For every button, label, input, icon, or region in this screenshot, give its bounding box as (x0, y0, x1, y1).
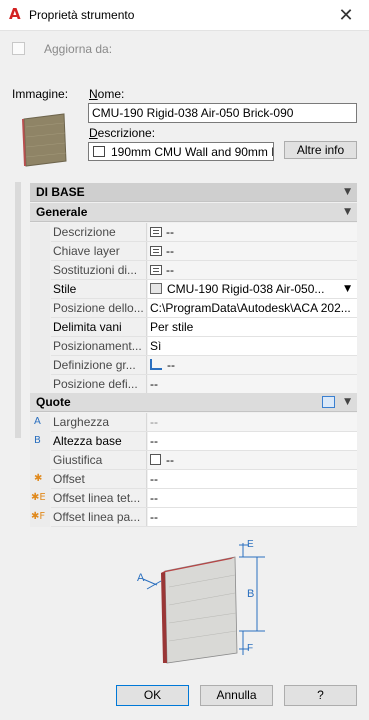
ok-button[interactable]: OK (116, 685, 189, 706)
prop-name: Posizione dello... (51, 299, 147, 318)
floor-offset-marker-icon: ✱F (31, 511, 46, 522)
justify-icon (150, 454, 161, 465)
image-label: Immagine: (12, 87, 69, 101)
title-bar: A Proprietà strumento ✕ (0, 0, 369, 31)
prop-row[interactable]: ✱ Offset -- (30, 470, 357, 489)
prop-row[interactable]: Stile CMU-190 Rigid-038 Air-050... ▼ (30, 280, 357, 299)
chevron-down-icon: ▼ (344, 284, 351, 294)
prop-value[interactable]: -- (148, 508, 357, 527)
section-basic-label: DI BASE (36, 185, 85, 199)
prop-value[interactable]: -- (148, 223, 357, 242)
prop-value[interactable]: -- (148, 356, 357, 375)
width-marker-icon: A (34, 416, 41, 427)
prop-name: Offset linea pa... (51, 508, 147, 527)
section-general-label: Generale (36, 205, 88, 219)
prop-value[interactable]: -- (148, 413, 357, 432)
prop-row[interactable]: Sostituzioni di... -- (30, 261, 357, 280)
text-editor-icon (150, 227, 162, 237)
name-input[interactable]: CMU-190 Rigid-038 Air-050 Brick-090 (88, 103, 357, 123)
prop-name: Altezza base (51, 432, 147, 451)
prop-row[interactable]: A Larghezza -- (30, 413, 357, 432)
prop-row[interactable]: Chiave layer -- (30, 242, 357, 261)
description-input[interactable]: 190mm CMU Wall and 90mm Brick (88, 142, 274, 161)
panel-scroll-strip (15, 182, 21, 438)
section-basic[interactable]: DI BASE ▼ (30, 183, 357, 202)
prop-name: Larghezza (51, 413, 147, 432)
wall-dimension-diagram: E B F A (137, 539, 265, 664)
prop-name: Descrizione (51, 223, 147, 242)
prop-name: Posizionament... (51, 337, 147, 356)
grip-definition-icon (150, 359, 162, 370)
properties-panel: DI BASE ▼ Generale ▼ Descrizione -- Chia… (30, 183, 357, 528)
cancel-button[interactable]: Annulla (200, 685, 273, 706)
style-dropdown[interactable]: CMU-190 Rigid-038 Air-050... ▼ (148, 280, 357, 299)
prop-row[interactable]: ✱E Offset linea tet... -- (30, 489, 357, 508)
section-dimensions-label: Quote (36, 395, 71, 409)
prop-row[interactable]: Descrizione -- (30, 223, 357, 242)
close-icon: ✕ (338, 5, 354, 26)
prop-name: Sostituzioni di... (51, 261, 147, 280)
description-expand-icon (93, 146, 105, 157)
text-editor-icon (150, 246, 162, 256)
prop-value[interactable]: -- (148, 242, 357, 261)
prop-value[interactable]: -- (148, 489, 357, 508)
help-button[interactable]: ? (284, 685, 357, 706)
prop-value[interactable]: -- (148, 261, 357, 280)
prop-value[interactable]: -- (148, 432, 357, 451)
collapse-arrow-icon: ▼ (344, 187, 351, 197)
offset-marker-icon: ✱ (34, 473, 43, 484)
name-label: Nome: (89, 87, 125, 101)
update-from-label: Aggiorna da: (44, 42, 113, 56)
collapse-arrow-icon: ▼ (344, 207, 351, 217)
collapse-arrow-icon: ▼ (344, 397, 351, 407)
section-dimensions[interactable]: Quote ▼ (30, 393, 357, 412)
close-button[interactable]: ✕ (323, 0, 369, 31)
prop-value[interactable]: -- (148, 375, 357, 394)
prop-row[interactable]: Posizionament... Sì (30, 337, 357, 356)
prop-name: Delimita vani (51, 318, 147, 337)
prop-row[interactable]: ✱F Offset linea pa... -- (30, 508, 357, 527)
prop-value[interactable]: -- (148, 451, 357, 470)
text-editor-icon (150, 265, 162, 275)
roof-offset-marker-icon: ✱E (31, 492, 46, 503)
prop-name: Definizione gr... (51, 356, 147, 375)
prop-name: Chiave layer (51, 242, 147, 261)
more-info-button[interactable]: Altre info (284, 141, 357, 159)
section-general[interactable]: Generale ▼ (30, 203, 357, 222)
prop-name: Giustifica (51, 451, 147, 470)
prop-row[interactable]: Delimita vani Per stile (30, 318, 357, 337)
wall-thumbnail[interactable] (18, 113, 70, 167)
prop-value[interactable]: Sì (148, 337, 357, 356)
update-from-checkbox[interactable] (12, 42, 25, 55)
prop-row[interactable]: Giustifica -- (30, 451, 357, 470)
diagram-label-a: A (137, 572, 145, 584)
diagram-label-b: B (247, 588, 254, 600)
prop-row[interactable]: Posizione dello... C:\ProgramData\Autode… (30, 299, 357, 318)
diagram-label-f: F (247, 643, 253, 654)
prop-value[interactable]: Per stile (148, 318, 357, 337)
prop-name: Posizione defi... (51, 375, 147, 394)
prop-name: Stile (51, 280, 147, 299)
prop-name: Offset (51, 470, 147, 489)
prop-value[interactable]: C:\ProgramData\Autodesk\ACA 202... (148, 299, 357, 318)
autocad-a-icon: A (9, 5, 21, 23)
description-label: Descrizione: (89, 126, 156, 140)
diagram-label-e: E (247, 539, 254, 550)
prop-row[interactable]: Definizione gr... -- (30, 356, 357, 375)
dimension-diagram-icon[interactable] (322, 396, 335, 408)
height-marker-icon: B (34, 435, 41, 446)
description-value: 190mm CMU Wall and 90mm Brick (111, 145, 273, 159)
prop-value[interactable]: -- (148, 470, 357, 489)
prop-row[interactable]: B Altezza base -- (30, 432, 357, 451)
prop-row[interactable]: Posizione defi... -- (30, 375, 357, 394)
window-title: Proprietà strumento (29, 8, 135, 22)
prop-name: Offset linea tet... (51, 489, 147, 508)
wall-style-icon (150, 283, 162, 294)
